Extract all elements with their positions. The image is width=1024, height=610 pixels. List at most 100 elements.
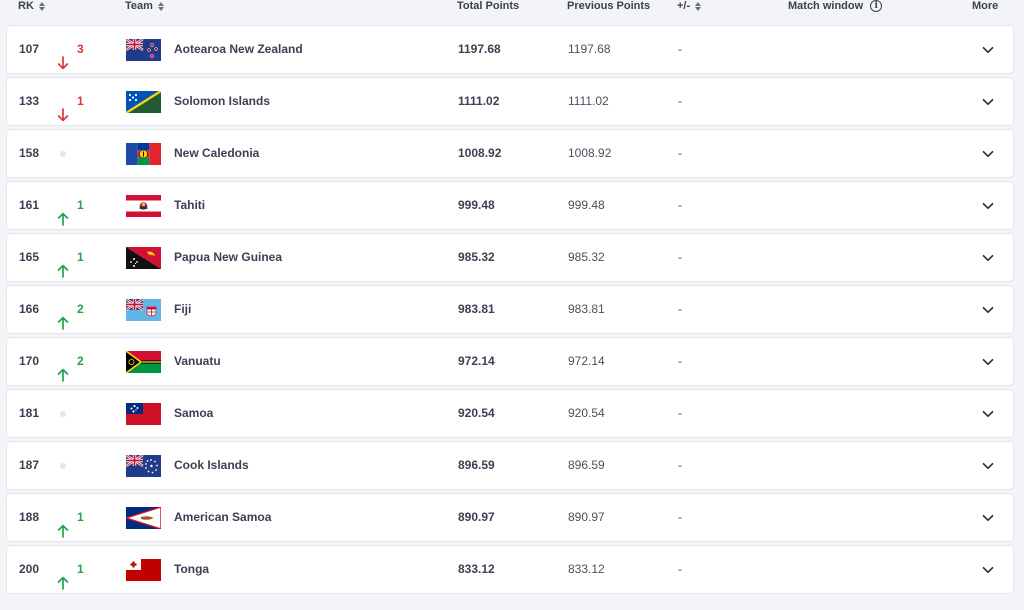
total-points-value: 999.48	[458, 198, 495, 212]
info-icon[interactable]: i	[870, 0, 883, 12]
rank-change-value: 1	[77, 198, 84, 212]
header-match-window-label: Match window	[788, 0, 864, 12]
chevron-down-icon[interactable]	[981, 199, 995, 213]
rank-value: 188	[19, 510, 40, 524]
previous-points-value: 972.14	[568, 354, 605, 368]
rank-value: 107	[19, 42, 40, 56]
previous-points-value: 920.54	[568, 406, 605, 420]
table-row[interactable]: 200 1 Tonga 833.12 833.12 -	[6, 545, 1014, 594]
table-row[interactable]: 107 3 Aotearoa New Zealand 1197.68 1197.…	[6, 25, 1014, 74]
rank-value: 166	[19, 302, 40, 316]
header-rk[interactable]: RK	[18, 0, 45, 12]
team-name[interactable]: Tahiti	[174, 182, 205, 229]
previous-points-value: 1111.02	[568, 94, 609, 108]
total-points-value: 1008.92	[458, 146, 502, 160]
rank-value: 158	[19, 146, 40, 160]
table-row[interactable]: 166 2 Fiji 983.81 983.81 -	[6, 285, 1014, 334]
rank-value: 187	[19, 458, 40, 472]
sort-arrows-icon[interactable]	[38, 1, 45, 11]
rank-change-value: 1	[77, 510, 84, 524]
flag-tga-icon	[126, 559, 161, 581]
plus-minus-value: -	[678, 458, 682, 472]
arrow-up-icon	[57, 511, 69, 538]
team-name[interactable]: Fiji	[174, 286, 191, 333]
team-name[interactable]: American Samoa	[174, 494, 271, 541]
sort-arrows-icon[interactable]	[695, 1, 702, 11]
header-previous-points-label: Previous Points	[567, 0, 651, 12]
plus-minus-value: -	[678, 42, 682, 56]
previous-points-value: 1197.68	[568, 42, 611, 56]
previous-points-value: 1008.92	[568, 146, 612, 160]
total-points-value: 920.54	[458, 406, 495, 420]
plus-minus-value: -	[678, 146, 682, 160]
team-name[interactable]: Papua New Guinea	[174, 234, 282, 281]
flag-png-icon	[126, 247, 161, 269]
sort-arrows-icon[interactable]	[157, 1, 164, 11]
table-row[interactable]: 181 Samoa 920.54 920.54 -	[6, 389, 1014, 438]
header-total-points-label: Total Points	[457, 0, 520, 12]
ranking-table: 107 3 Aotearoa New Zealand 1197.68 1197.…	[6, 25, 1014, 597]
chevron-down-icon[interactable]	[981, 43, 995, 57]
arrow-up-icon	[57, 303, 69, 330]
header-plus-minus[interactable]: +/-	[677, 0, 702, 12]
table-row[interactable]: 161 1 Tahiti 999.48 999.48 -	[6, 181, 1014, 230]
flag-cok-icon	[126, 455, 161, 477]
chevron-down-icon[interactable]	[981, 511, 995, 525]
previous-points-value: 985.32	[568, 250, 605, 264]
table-row[interactable]: 165 1 Papua New Guinea 985.32 985.32 -	[6, 233, 1014, 282]
chevron-down-icon[interactable]	[981, 147, 995, 161]
plus-minus-value: -	[678, 354, 682, 368]
total-points-value: 1111.02	[458, 94, 500, 108]
flag-nz-icon	[126, 39, 161, 61]
chevron-down-icon[interactable]	[981, 407, 995, 421]
flag-van-icon	[126, 351, 161, 373]
total-points-value: 890.97	[458, 510, 495, 524]
chevron-down-icon[interactable]	[981, 303, 995, 317]
flag-ncl-icon	[126, 143, 161, 165]
team-name[interactable]: Samoa	[174, 390, 213, 437]
chevron-down-icon[interactable]	[981, 563, 995, 577]
table-row[interactable]: 133 1 Solomon Islands 1111.02 1111.02 -	[6, 77, 1014, 126]
team-name[interactable]: Cook Islands	[174, 442, 249, 489]
rank-change-value: 2	[77, 354, 84, 368]
total-points-value: 983.81	[458, 302, 495, 316]
team-name[interactable]: New Caledonia	[174, 130, 259, 177]
rank-value: 165	[19, 250, 40, 264]
chevron-down-icon[interactable]	[981, 355, 995, 369]
plus-minus-value: -	[678, 406, 682, 420]
rank-change-value: 1	[77, 562, 84, 576]
arrow-down-icon	[57, 43, 69, 69]
previous-points-value: 896.59	[568, 458, 605, 472]
chevron-down-icon[interactable]	[981, 95, 995, 109]
previous-points-value: 999.48	[568, 198, 605, 212]
dot-icon	[60, 463, 66, 469]
team-name[interactable]: Tonga	[174, 546, 209, 593]
rank-change: 1	[57, 546, 84, 593]
table-row[interactable]: 187 Cook Islands 896.59 896.59 -	[6, 441, 1014, 490]
rank-change-value: 3	[77, 42, 84, 56]
arrow-up-icon	[57, 563, 69, 590]
plus-minus-value: -	[678, 510, 682, 524]
chevron-down-icon[interactable]	[981, 459, 995, 473]
rank-change-value: 1	[77, 94, 84, 108]
team-name[interactable]: Vanuatu	[174, 338, 221, 385]
table-header: RK Team Total Points Previous Points +/-…	[0, 0, 1024, 22]
table-row[interactable]: 170 2 Vanuatu 972.14 972.14 -	[6, 337, 1014, 386]
plus-minus-value: -	[678, 198, 682, 212]
table-row[interactable]: 158 New Caledonia 1008.92 1008.92 -	[6, 129, 1014, 178]
flag-fij-icon	[126, 299, 161, 321]
header-team[interactable]: Team	[125, 0, 164, 12]
dot-icon	[60, 151, 66, 157]
table-row[interactable]: 188 1 American Samoa 890.97 890.97 -	[6, 493, 1014, 542]
rank-change-value: 2	[77, 302, 84, 316]
arrow-up-icon	[57, 199, 69, 226]
total-points-value: 896.59	[458, 458, 495, 472]
rank-change: 2	[57, 338, 84, 385]
header-previous-points: Previous Points	[567, 0, 650, 12]
previous-points-value: 890.97	[568, 510, 605, 524]
flag-sam-icon	[126, 403, 161, 425]
team-name[interactable]: Aotearoa New Zealand	[174, 26, 303, 73]
flag-asa-icon	[126, 507, 161, 529]
team-name[interactable]: Solomon Islands	[174, 78, 270, 125]
chevron-down-icon[interactable]	[981, 251, 995, 265]
